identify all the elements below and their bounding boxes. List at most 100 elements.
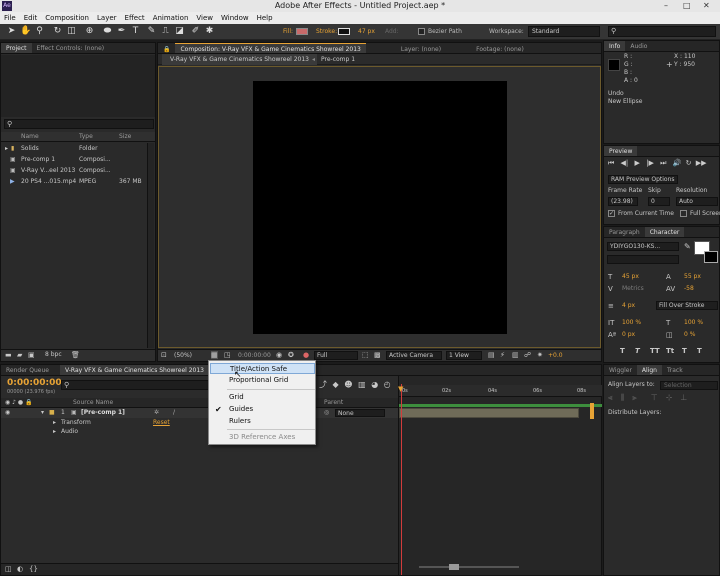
superscript-button[interactable]: T (682, 347, 687, 355)
minimize-icon[interactable]: – (664, 0, 668, 12)
close-icon[interactable]: ✕ (703, 0, 710, 12)
audio-icon[interactable]: 🔊 (673, 159, 682, 167)
ram-preview-icon[interactable]: ▶▶ (696, 159, 707, 167)
label-color-icon[interactable]: ■ (49, 408, 55, 418)
breadcrumb-item-precomp[interactable]: Pre-comp 1 (321, 54, 355, 65)
rotate-tool-icon[interactable]: ↻ (52, 26, 63, 37)
list-item[interactable]: ▸ ▮ Solids Folder (1, 144, 147, 154)
loop-icon[interactable]: ↻ (686, 159, 692, 167)
first-frame-icon[interactable]: ⏮ (608, 159, 614, 167)
align-hcenter-icon[interactable]: ⫼ (621, 393, 625, 402)
menu-view[interactable]: View (192, 12, 217, 24)
layer-duration-bar[interactable] (399, 408, 579, 418)
font-family-dropdown[interactable]: YDIYGO130-KS... (607, 242, 679, 251)
tab-wiggler[interactable]: Wiggler (604, 365, 637, 375)
quality-switch-icon[interactable]: / (173, 408, 175, 418)
grid-guides-button-icon[interactable]: ▦ (211, 351, 218, 359)
frame-blending-icon[interactable]: ▥ (358, 380, 366, 389)
type-tool-icon[interactable]: T (130, 26, 141, 37)
tab-render-queue[interactable]: Render Queue (1, 365, 54, 375)
eraser-tool-icon[interactable]: ◪ (174, 26, 185, 37)
brush-tool-icon[interactable]: ✎ (146, 26, 157, 37)
puppet-tool-icon[interactable]: ✱ (204, 26, 215, 37)
all-caps-button[interactable]: TT (650, 347, 660, 355)
new-composition-icon[interactable]: ▣ (28, 351, 35, 359)
play-icon[interactable]: ▶ (635, 159, 640, 167)
project-scrollbar[interactable] (147, 143, 154, 348)
toggle-pixel-aspect-icon[interactable]: ▤ (488, 351, 495, 359)
tab-project[interactable]: Project (1, 43, 32, 53)
composition-viewer[interactable] (158, 66, 601, 348)
mask-visibility-icon[interactable]: ◳ (224, 351, 231, 359)
baseline-shift-value[interactable]: 0 px (622, 330, 635, 340)
menu-item-title-action-safe[interactable]: Title/Action Safe (210, 363, 315, 374)
timeline-timecode[interactable]: 0:00:00:00 (7, 378, 62, 388)
shy-icon[interactable]: ☻ (344, 380, 352, 389)
table-row[interactable]: ◉ ▾ ■ 1 ▣ [Pre-comp 1] ✲ / ◎ None (1, 408, 398, 418)
parent-column[interactable]: Parent (324, 398, 343, 408)
timeline-zoom-slider[interactable] (419, 563, 519, 571)
work-area-bar[interactable] (399, 404, 602, 407)
menu-item-rulers[interactable]: Rulers (210, 416, 315, 427)
current-time-display[interactable]: 0:00:00:00 (238, 352, 271, 359)
project-search-input[interactable]: ⚲ (4, 119, 154, 129)
table-row[interactable]: ▸ Audio (1, 427, 398, 437)
list-item[interactable]: ▶ 20 PS4 ...015.mp4 MPEG 367 MB (1, 177, 147, 187)
workspace-dropdown[interactable]: Standard (528, 26, 600, 37)
tsume-value[interactable]: 0 % (684, 330, 695, 340)
tab-tracker[interactable]: Track (662, 365, 688, 375)
timeline-graph[interactable]: 0s 02s 04s 06s 08s ▼ (398, 376, 602, 575)
tab-info[interactable]: Info (604, 41, 626, 51)
menu-effect[interactable]: Effect (121, 12, 149, 24)
kerning-value[interactable]: Metrics (622, 284, 644, 294)
align-to-dropdown[interactable]: Selection (660, 381, 718, 390)
menu-animation[interactable]: Animation (149, 12, 193, 24)
layer-switches-icon[interactable]: ◫ (5, 565, 12, 573)
interpret-footage-icon[interactable]: ▬ (5, 351, 12, 359)
menu-file[interactable]: File (0, 12, 20, 24)
stroke-swatch[interactable] (338, 28, 350, 35)
column-name[interactable]: Name (21, 132, 39, 142)
from-current-checkbox[interactable]: ✓ (608, 210, 615, 217)
time-ruler[interactable]: 0s 02s 04s 06s 08s (399, 385, 602, 397)
menu-edit[interactable]: Edit (20, 12, 42, 24)
full-screen-checkbox[interactable] (680, 210, 687, 217)
work-area-end-handle[interactable] (590, 403, 594, 419)
layer-name[interactable]: [Pre-comp 1] (81, 408, 125, 418)
visibility-icon[interactable]: ◉ (5, 408, 10, 418)
font-size-value[interactable]: 45 px (622, 272, 639, 282)
menu-help[interactable]: Help (253, 12, 277, 24)
comp-mini-flowchart-icon[interactable]: ⤴ (319, 380, 327, 389)
view-layout-dropdown[interactable]: 1 View (446, 351, 482, 360)
last-frame-icon[interactable]: ⏭ (660, 159, 666, 167)
zoom-slider-thumb[interactable] (449, 564, 459, 570)
tab-footage[interactable]: Footage: (none) (446, 44, 529, 53)
transfer-controls-icon[interactable]: ◐ (17, 565, 23, 573)
timeline-search-input[interactable]: ⚲ (61, 380, 211, 390)
tab-layer[interactable]: Layer: (none) (366, 44, 446, 53)
horizontal-scale-value[interactable]: 100 % (684, 318, 703, 328)
fill-swatch[interactable] (296, 28, 308, 35)
stroke-color-swatch[interactable] (704, 251, 718, 263)
roto-brush-tool-icon[interactable]: ✐ (190, 26, 201, 37)
stroke-width-char-value[interactable]: 4 px (622, 301, 635, 311)
menu-layer[interactable]: Layer (93, 12, 121, 24)
align-top-icon[interactable]: ⊤ (651, 393, 658, 402)
motion-blur-icon[interactable]: ◕ (371, 380, 378, 389)
subscript-button[interactable]: T (697, 347, 702, 355)
new-folder-icon[interactable]: ▰ (17, 351, 22, 359)
bezier-checkbox[interactable] (418, 28, 425, 35)
show-snapshot-icon[interactable]: ✪ (288, 351, 294, 359)
menu-window[interactable]: Window (217, 12, 253, 24)
pen-tool-icon[interactable]: ✒ (116, 26, 127, 37)
stroke-width-value[interactable]: 47 px (358, 28, 375, 35)
parent-dropdown[interactable]: None (335, 409, 385, 417)
zoom-tool-icon[interactable]: ⚲ (34, 26, 45, 37)
resolution-dropdown[interactable]: Full (314, 351, 358, 360)
menu-composition[interactable]: Composition (41, 12, 93, 24)
expand-arrow-icon[interactable]: ▾ (41, 408, 44, 418)
draft-3d-icon[interactable]: ◆ (333, 380, 339, 389)
previous-frame-icon[interactable]: ◀| (621, 159, 629, 167)
region-of-interest-icon[interactable]: ⬚ (362, 351, 369, 359)
tab-character[interactable]: Character (644, 227, 685, 237)
